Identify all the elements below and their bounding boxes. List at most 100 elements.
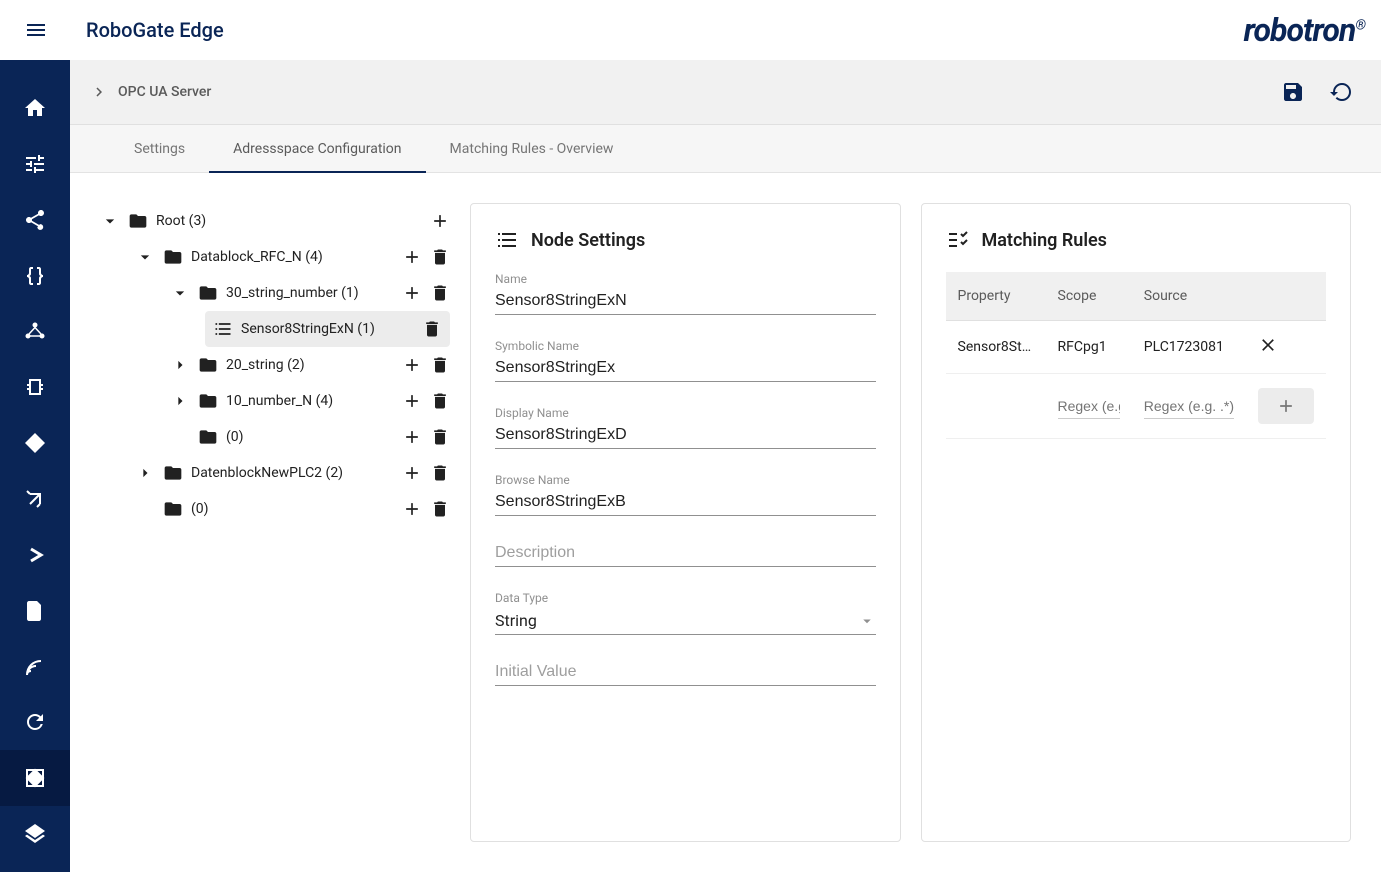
chevron-right-icon [170,355,190,375]
restore-button[interactable] [1321,72,1361,112]
browse-name-input[interactable] [495,489,876,516]
symbolic-name-input[interactable] [495,355,876,382]
layers-icon [23,822,47,846]
delete-icon[interactable] [430,463,450,483]
app-title: RoboGate Edge [86,18,224,42]
sidebar-swap[interactable] [0,471,70,527]
tree-sensor8[interactable]: Sensor8StringExN (1) [205,311,450,347]
logo: robotron® [1244,11,1365,49]
delete-icon[interactable] [430,391,450,411]
tree-30-string-number[interactable]: 30_string_number (1) [170,275,450,311]
sidebar [0,60,70,872]
folder-icon [163,499,183,519]
sidebar-home[interactable] [0,80,70,136]
tree-label: (0) [191,501,386,517]
source-regex-input[interactable] [1144,394,1234,419]
table-new-row [946,374,1327,439]
save-button[interactable] [1273,72,1313,112]
tab-addressspace[interactable]: Adressspace Configuration [209,125,425,173]
signal-icon [23,655,47,679]
name-label: Name [495,272,876,286]
sidebar-braces[interactable] [0,248,70,304]
delete-icon[interactable] [430,427,450,447]
delete-icon[interactable] [430,247,450,267]
sidebar-file[interactable] [0,583,70,639]
app-header: RoboGate Edge robotron® [0,0,1381,60]
tree-label: 30_string_number (1) [226,285,386,301]
sidebar-hub[interactable] [0,303,70,359]
tree-datenblock-new[interactable]: DatenblockNewPLC2 (2) [135,455,450,491]
greater-icon [23,543,47,567]
tree-toggle[interactable] [100,211,120,231]
browse-name-label: Browse Name [495,473,876,487]
add-icon[interactable] [402,427,422,447]
sidebar-layers[interactable] [0,806,70,862]
tree-empty2[interactable]: (0) [135,491,450,527]
tree-datablock-rfc[interactable]: Datablock_RFC_N (4) [135,239,450,275]
delete-icon[interactable] [422,319,442,339]
data-type-select[interactable]: String [495,607,876,635]
sidebar-play[interactable] [0,527,70,583]
cell-property: Sensor8StringE [946,321,1046,374]
tree-root[interactable]: Root (3) [100,203,450,239]
add-icon[interactable] [430,211,450,231]
tabs: Settings Adressspace Configuration Match… [70,125,1381,173]
sidebar-opc[interactable] [0,750,70,806]
add-icon[interactable] [402,463,422,483]
diamond-icon [23,431,47,455]
table-row: Sensor8StringE RFCpg1 PLC1723081 [946,321,1327,374]
chevron-down-icon [100,211,120,231]
add-icon[interactable] [402,391,422,411]
description-input[interactable] [495,540,876,567]
plus-icon [1276,396,1296,416]
tab-matching-rules[interactable]: Matching Rules - Overview [426,125,638,173]
delete-icon[interactable] [430,355,450,375]
tree-label: (0) [226,429,386,445]
sidebar-share[interactable] [0,192,70,248]
restore-icon [1329,80,1353,104]
swap-icon [23,487,47,511]
breadcrumb[interactable]: OPC UA Server [90,83,211,101]
chevron-right-icon [135,463,155,483]
tree-toggle[interactable] [170,391,190,411]
name-input[interactable] [495,288,876,315]
delete-icon[interactable] [430,283,450,303]
add-icon[interactable] [402,283,422,303]
add-icon[interactable] [402,499,422,519]
tree-toggle[interactable] [170,283,190,303]
folder-icon [163,247,183,267]
tree-10-number-n[interactable]: 10_number_N (4) [170,383,450,419]
tab-settings[interactable]: Settings [110,125,209,173]
tree-label: Datablock_RFC_N (4) [191,249,386,265]
tree-toggle[interactable] [135,463,155,483]
sidebar-refresh[interactable] [0,694,70,750]
chevron-right-icon [90,83,108,101]
sidebar-tune[interactable] [0,136,70,192]
sidebar-chip[interactable] [0,359,70,415]
add-icon[interactable] [402,247,422,267]
tree-empty1[interactable]: (0) [170,419,450,455]
list-icon [495,228,519,252]
node-settings-title: Node Settings [531,230,645,251]
display-name-input[interactable] [495,422,876,449]
matching-rules-title: Matching Rules [982,230,1107,251]
tree-toggle[interactable] [170,355,190,375]
add-icon[interactable] [402,355,422,375]
col-scope: Scope [1046,272,1132,321]
tree-toggle[interactable] [135,247,155,267]
initial-value-input[interactable] [495,659,876,686]
cell-source: PLC1723081 [1132,321,1246,374]
scope-regex-input[interactable] [1058,394,1120,419]
matching-rules-panel: Matching Rules Property Scope Source Se [921,203,1352,842]
add-rule-button[interactable] [1258,388,1314,424]
opc-icon [23,766,47,790]
sidebar-wifi[interactable] [0,639,70,695]
menu-button[interactable] [16,10,56,50]
delete-icon[interactable] [430,499,450,519]
sidebar-diamond[interactable] [0,415,70,471]
tree-20-string[interactable]: 20_string (2) [170,347,450,383]
close-icon[interactable] [1258,335,1278,355]
symbolic-name-label: Symbolic Name [495,339,876,353]
hub-icon [23,319,47,343]
home-icon [23,96,47,120]
